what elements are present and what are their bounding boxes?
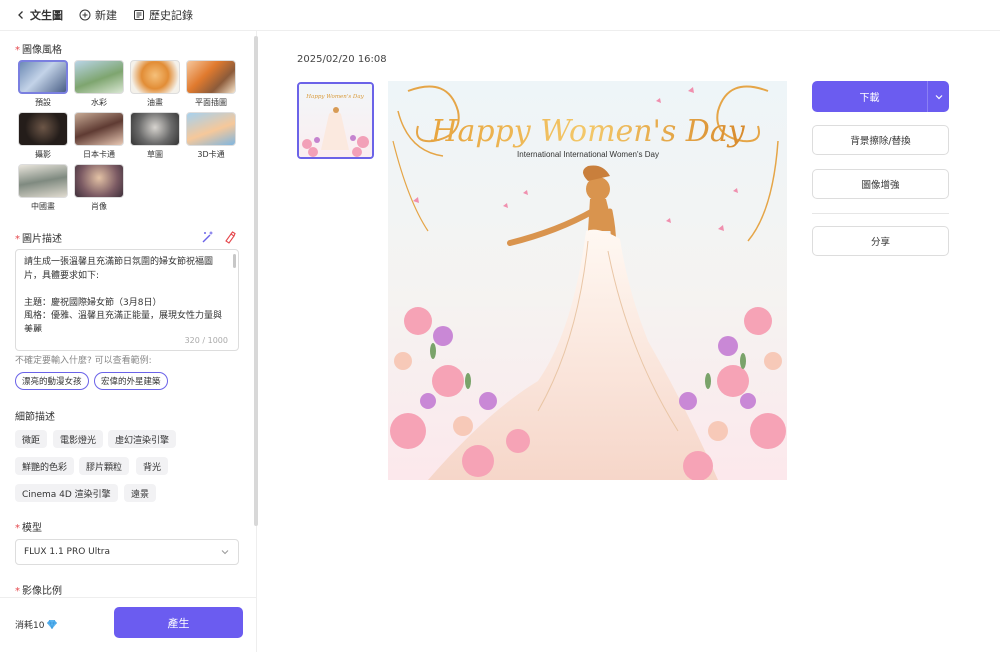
generation-timestamp: 2025/02/20 16:08	[297, 54, 387, 65]
chevron-left-icon	[18, 11, 23, 19]
example-chip[interactable]: 漂亮的動漫女孩	[15, 372, 89, 390]
cost-label: 消耗10	[15, 621, 45, 631]
style-thumb	[130, 60, 180, 94]
style-label: 草圖	[147, 150, 163, 159]
style-thumb	[74, 112, 124, 146]
model-select[interactable]: FLUX 1.1 PRO Ultra	[15, 539, 239, 565]
detail-chip[interactable]: 虛幻渲染引擎	[108, 430, 177, 448]
detail-chip[interactable]: 膠片顆粒	[79, 457, 130, 475]
style-section-title: * 圖像風格	[15, 45, 62, 56]
style-thumb	[18, 164, 68, 198]
cost-display: 消耗10	[15, 618, 58, 631]
style-label: 3D卡通	[197, 150, 225, 159]
style-thumb	[18, 60, 68, 94]
style-label: 平面插圖	[195, 98, 227, 107]
description-section-title: * 圖片描述	[15, 234, 62, 245]
style-label: 中國畫	[31, 202, 55, 211]
chevron-down-icon	[221, 550, 229, 555]
style-thumb	[74, 164, 124, 198]
detail-chip[interactable]: 微距	[15, 430, 48, 448]
generated-image: Happy Women's Day International Internat…	[388, 81, 787, 480]
new-label: 新建	[95, 9, 117, 22]
style-label: 日本卡通	[83, 150, 115, 159]
eraser-icon[interactable]	[223, 230, 237, 244]
panel-scrollbar[interactable]	[254, 36, 258, 526]
style-thumb	[186, 60, 236, 94]
style-label: 攝影	[35, 150, 51, 159]
ratio-section-title: * 影像比例	[15, 586, 62, 597]
thumbnail-image: Happy Women's Day	[299, 84, 372, 157]
description-textarea[interactable]: 請生成一張溫馨且充滿節日氛圍的婦女節祝福圖片，具體要求如下: 主題：慶祝國際婦女…	[15, 249, 239, 351]
history-label: 歷史記錄	[149, 9, 193, 22]
plus-circle-icon	[79, 9, 91, 21]
background-remove-button[interactable]: 背景擦除/替換	[812, 125, 949, 155]
style-label: 水彩	[91, 98, 107, 107]
download-label: 下載	[859, 93, 880, 104]
style-flat-illustration[interactable]: 平面插圖	[185, 60, 237, 112]
generate-button[interactable]: 產生	[114, 607, 243, 638]
style-label: 預設	[35, 98, 51, 107]
style-label: 油畫	[147, 98, 163, 107]
style-chinese-painting[interactable]: 中國畫	[17, 164, 69, 216]
new-button[interactable]: 新建	[79, 7, 117, 23]
style-grid: 預設 水彩 油畫 平面插圖 攝影 日本卡通 草圖 3D卡通 中國畫 肖像	[17, 60, 239, 216]
style-thumb	[130, 112, 180, 146]
style-default[interactable]: 預設	[17, 60, 69, 112]
style-thumb	[74, 60, 124, 94]
character-count: 320 / 1000	[184, 335, 228, 345]
style-thumb	[18, 112, 68, 146]
style-japanese-cartoon[interactable]: 日本卡通	[73, 112, 125, 164]
detail-section-title: 細節描述	[15, 412, 55, 423]
download-button[interactable]: 下載	[812, 81, 949, 112]
example-chip[interactable]: 宏偉的外星建築	[94, 372, 168, 390]
action-divider	[812, 213, 949, 214]
detail-chip[interactable]: 電影燈光	[53, 430, 104, 448]
chevron-down-icon	[935, 94, 942, 99]
thumbnail-title: Happy Women's Day	[305, 94, 364, 100]
textarea-scrollbar[interactable]	[233, 254, 236, 268]
style-photography[interactable]: 攝影	[17, 112, 69, 164]
style-3d-cartoon[interactable]: 3D卡通	[185, 112, 237, 164]
top-bar: 文生圖 新建 歷史記錄	[0, 0, 1000, 31]
image-title: Happy Women's Day	[430, 114, 745, 149]
description-text: 請生成一張溫馨且充滿節日氛圍的婦女節祝福圖片，具體要求如下: 主題：慶祝國際婦女…	[24, 257, 223, 332]
magic-wand-icon[interactable]	[201, 230, 215, 244]
model-value: FLUX 1.1 PRO Ultra	[24, 547, 110, 557]
download-dropdown[interactable]	[928, 92, 949, 102]
detail-chip[interactable]: 背光	[136, 457, 169, 475]
history-button[interactable]: 歷史記錄	[133, 7, 193, 23]
style-label: 肖像	[91, 202, 107, 211]
style-portrait[interactable]: 肖像	[73, 164, 125, 216]
style-watercolor[interactable]: 水彩	[73, 60, 125, 112]
generate-bar: 消耗10 產生	[0, 597, 256, 652]
settings-panel: * 圖像風格 預設 水彩 油畫 平面插圖 攝影 日本卡通 草圖 3D卡通 中國畫 …	[0, 31, 257, 652]
detail-chip[interactable]: Cinema 4D 渲染引擎	[15, 484, 118, 502]
model-section-title: * 模型	[15, 523, 42, 534]
diamond-icon	[47, 619, 58, 630]
back-button[interactable]: 文生圖	[16, 7, 63, 23]
style-oil-painting[interactable]: 油畫	[129, 60, 181, 112]
style-sketch[interactable]: 草圖	[129, 112, 181, 164]
history-icon	[134, 10, 144, 20]
style-thumb	[186, 112, 236, 146]
detail-chip[interactable]: 鮮艷的色彩	[15, 457, 75, 475]
page-title: 文生圖	[30, 9, 63, 22]
example-hint: 不確定要輸入什麼? 可以查看範例:	[15, 356, 152, 366]
detail-chip[interactable]: 遠景	[124, 484, 157, 502]
image-enhance-button[interactable]: 圖像增強	[812, 169, 949, 199]
image-subtitle: International International Women's Day	[517, 150, 659, 159]
share-button[interactable]: 分享	[812, 226, 949, 256]
result-thumbnail[interactable]: Happy Women's Day	[297, 82, 374, 159]
